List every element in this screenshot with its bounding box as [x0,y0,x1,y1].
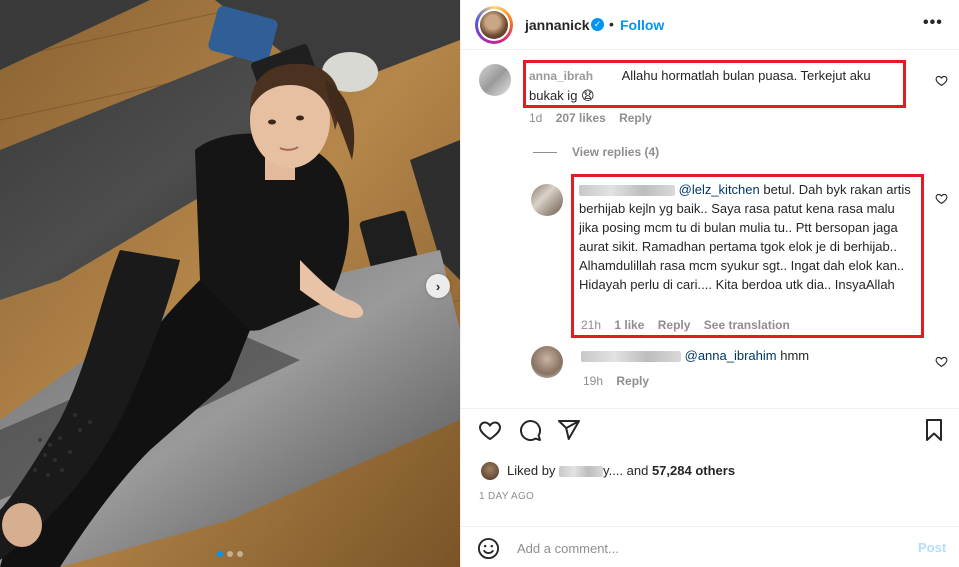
likes-summary[interactable]: Liked by y.... and 57,284 others [507,463,735,478]
reply-text: hmm [776,348,810,363]
reply-avatar[interactable] [531,184,563,216]
carousel-next-button[interactable]: › [426,274,450,298]
more-options-icon[interactable]: ••• [923,14,943,32]
share-icon[interactable] [557,418,581,442]
comment-icon[interactable] [518,418,542,442]
reply-body: @lelz_kitchen betul. Dah byk rakan artis… [579,180,917,294]
add-comment-bar: Post [461,526,959,567]
chevron-right-icon: › [435,278,441,294]
comment-body: anna_ibrah Allahu hormatlah bulan puasa.… [529,66,899,105]
comment-likes[interactable]: 207 likes [556,111,606,125]
post-photo: › [0,0,460,567]
reply-age: 19h [583,374,604,388]
likes-prefix: Liked by [507,463,560,478]
comment-reply-button[interactable]: Reply [619,111,652,125]
likes-count[interactable]: 57,284 others [652,463,735,478]
post-photo-image [0,0,460,567]
verified-badge-icon: ✓ [591,18,604,31]
post-header: jannanick ✓ • Follow ••• [461,0,959,50]
author-username[interactable]: jannanick [525,17,590,33]
separator-dot: • [609,16,614,32]
emoji-icon[interactable] [477,537,500,560]
comment-meta: 1d 207 likes Reply [529,111,652,125]
reply-like-icon[interactable] [935,192,948,205]
reply-meta: 21h 1 like Reply See translation [581,318,790,332]
reply-mention[interactable]: @anna_ibrahim [685,348,777,363]
reply-avatar[interactable] [531,346,563,378]
follow-button[interactable]: Follow [620,17,664,33]
liked-by-username-redacted[interactable] [559,466,604,478]
view-replies-button[interactable]: View replies (4) [572,145,659,159]
comment-username[interactable]: anna_ibrah [529,69,593,83]
carousel-dot-2 [227,551,233,557]
reply-likes[interactable]: 1 like [614,318,644,332]
heart-icon[interactable] [478,418,502,442]
reply-username-redacted[interactable] [579,185,675,197]
comment-age: 1d [529,111,543,125]
carousel-indicator [217,551,243,557]
post-comment-button[interactable]: Post [918,540,946,555]
comment-avatar[interactable] [479,64,511,96]
actions-divider [461,408,959,409]
add-comment-input[interactable] [517,535,897,561]
post-side-panel: jannanick ✓ • Follow ••• anna_ibrah Alla… [460,0,959,567]
reply-body: @anna_ibrahim hmm [581,346,921,365]
likes-suffix: y.... and [603,463,652,478]
reply-like-icon[interactable] [935,355,948,368]
comment-like-icon[interactable] [935,74,948,87]
bookmark-icon[interactable] [922,418,946,442]
liked-by-avatar[interactable] [481,462,499,480]
reply-text: betul. Dah byk rakan artis berhijab kejl… [579,182,911,292]
author-avatar[interactable] [475,6,513,44]
carousel-dot-3 [237,551,243,557]
reply-username-redacted[interactable] [581,351,681,363]
reply-reply-button[interactable]: Reply [658,318,691,332]
reply-age: 21h [581,318,602,332]
reply-mention[interactable]: @lelz_kitchen [679,182,760,197]
replies-divider [533,152,557,153]
see-translation-button[interactable]: See translation [704,318,790,332]
post-date[interactable]: 1 DAY AGO [479,491,534,502]
reply-reply-button[interactable]: Reply [616,374,649,388]
carousel-dot-1 [217,551,223,557]
reply-meta: 19h Reply [583,374,649,388]
